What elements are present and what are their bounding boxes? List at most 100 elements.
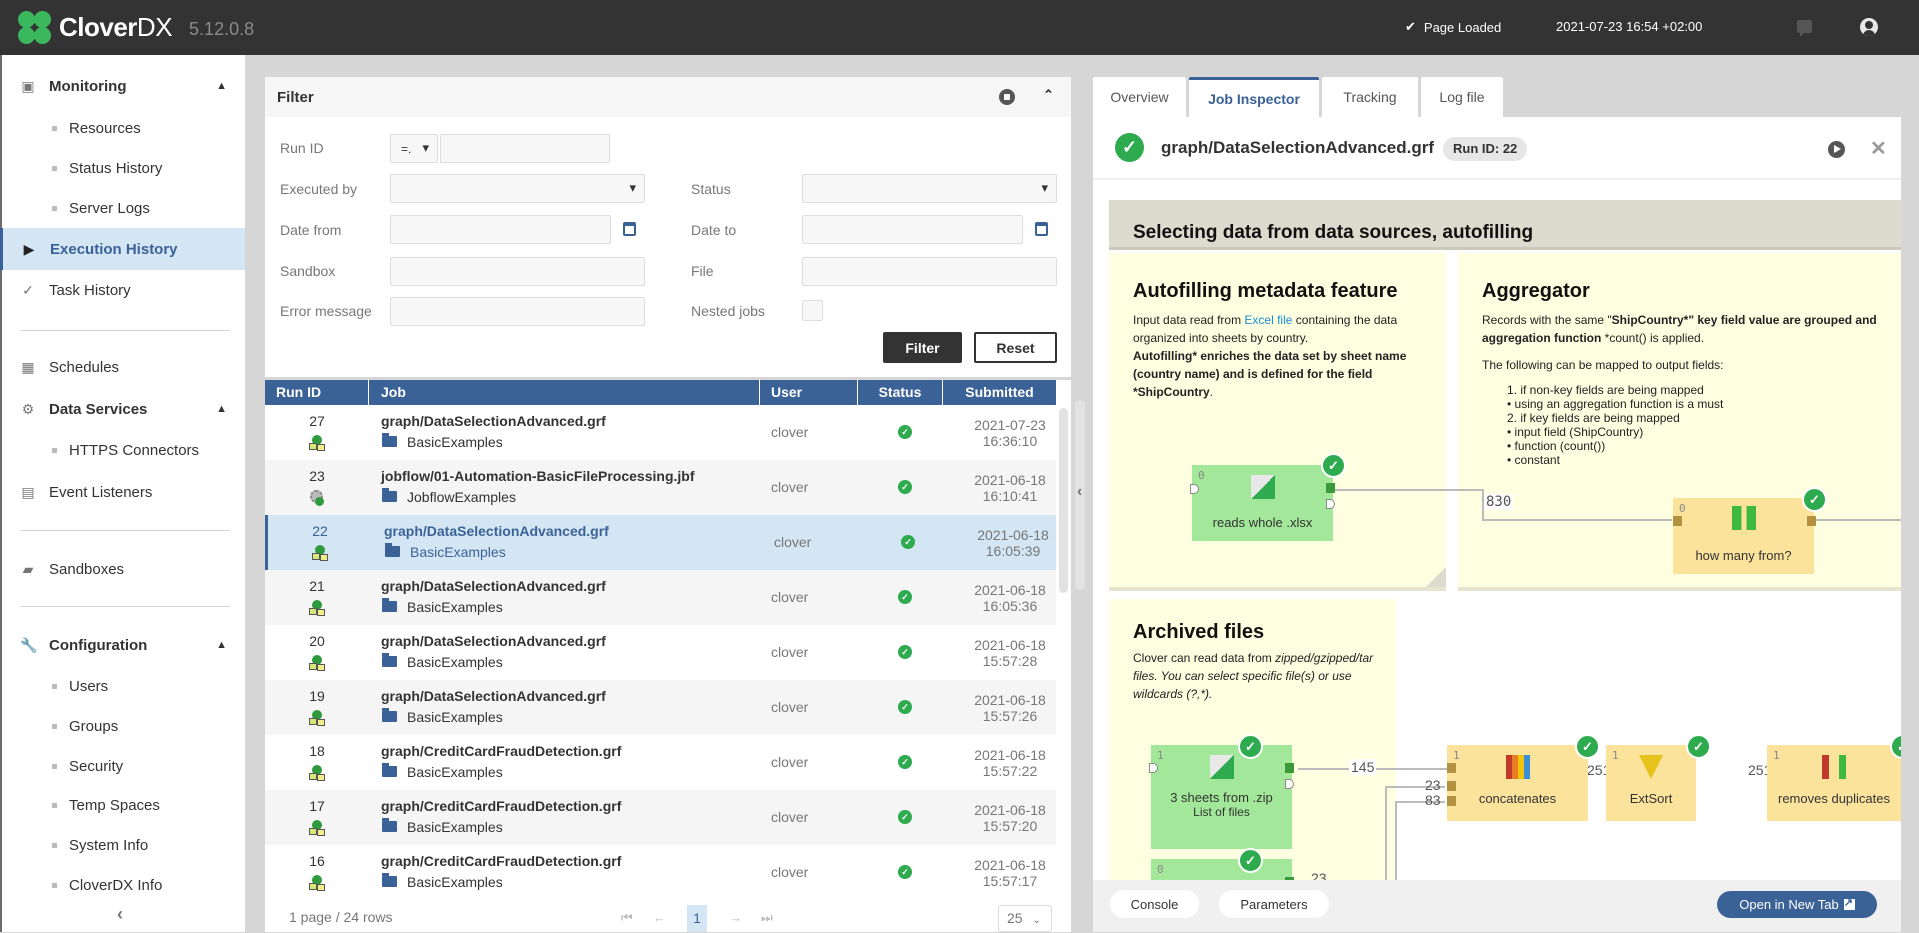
component-aggregator[interactable]: 0 how many from? — [1673, 498, 1816, 574]
job-name[interactable]: graph/DataSelectionAdvanced.grf — [381, 413, 606, 429]
close-icon[interactable]: ✕ — [1870, 136, 1887, 161]
tab-overview[interactable]: Overview — [1093, 77, 1186, 117]
error-message-input[interactable] — [390, 297, 645, 326]
table-row[interactable]: 27 graph/DataSelectionAdvanced.grf BasicEx… — [265, 405, 1056, 460]
col-run-id[interactable]: Run ID — [265, 380, 369, 405]
col-status[interactable]: Status — [858, 380, 943, 405]
sidebar-item-configuration[interactable]: 🔧 Configuration ▲ — [2, 625, 245, 665]
date-to-calendar-icon[interactable] — [1035, 222, 1048, 236]
sidebar-item-event-listeners[interactable]: ▤ Event Listeners — [2, 472, 245, 512]
job-name[interactable]: graph/DataSelectionAdvanced.grf — [384, 523, 609, 539]
page-size-select[interactable]: 25 ⌄ — [998, 905, 1052, 932]
table-row[interactable]: 23 jobflow/01-Automation-BasicFileProcess… — [265, 460, 1056, 515]
sandbox-name[interactable]: BasicExamples — [407, 764, 503, 780]
job-name[interactable]: graph/DataSelectionAdvanced.grf — [381, 633, 606, 649]
stop-icon[interactable] — [999, 89, 1015, 105]
chat-icon[interactable] — [1797, 20, 1812, 37]
component-extsort[interactable]: 1 ExtSort — [1606, 745, 1696, 821]
table-row[interactable]: 16 graph/CreditCardFraudDetection.grf Basi… — [265, 845, 1056, 900]
component-zip-reader[interactable]: 1 3 sheets from .zip List of files — [1149, 745, 1294, 849]
status-select[interactable] — [802, 174, 1057, 203]
col-user[interactable]: User — [760, 380, 858, 405]
tab-job-inspector[interactable]: Job Inspector — [1189, 77, 1319, 117]
output-port[interactable] — [1807, 516, 1816, 526]
sandbox-name[interactable]: BasicExamples — [407, 874, 503, 890]
run-job-icon[interactable] — [1828, 141, 1845, 158]
table-row[interactable]: 20 graph/DataSelectionAdvanced.grf BasicEx… — [265, 625, 1056, 680]
sandbox-name[interactable]: BasicExamples — [407, 599, 503, 615]
console-button[interactable]: Console — [1110, 890, 1199, 918]
sidebar-item-sandboxes[interactable]: ▰ Sandboxes — [2, 549, 245, 589]
table-row[interactable]: 17 graph/CreditCardFraudDetection.grf Basi… — [265, 790, 1056, 845]
filter-button[interactable]: Filter — [883, 332, 962, 363]
sidebar-item-system-info[interactable]: System Info — [2, 827, 245, 863]
col-submitted[interactable]: Submitted — [943, 380, 1056, 405]
input-port[interactable] — [1149, 763, 1158, 773]
next-page-icon[interactable]: → — [729, 910, 742, 925]
component-concatenate[interactable]: 1 concatenates — [1447, 745, 1588, 821]
sidebar-item-cloverdx-info[interactable]: CloverDX Info — [2, 867, 245, 903]
sandbox-input[interactable] — [390, 257, 645, 286]
collapse-left-icon[interactable]: ‹ — [1077, 483, 1082, 501]
sidebar-item-schedules[interactable]: ▦ Schedules — [2, 347, 245, 387]
file-input[interactable] — [802, 257, 1057, 286]
sidebar-item-data-services[interactable]: ⚙ Data Services ▲ — [2, 389, 245, 429]
input-port[interactable] — [1673, 516, 1682, 526]
sidebar-item-temp-spaces[interactable]: Temp Spaces — [2, 787, 245, 823]
logo[interactable]: CloverDX 5.12.0.8 — [18, 11, 254, 44]
job-name[interactable]: jobflow/01-Automation-BasicFileProcessin… — [381, 468, 694, 484]
sandbox-name[interactable]: JobflowExamples — [407, 489, 516, 505]
run-id-operator-select[interactable]: =. — [390, 134, 438, 163]
sidebar-item-https-connectors[interactable]: HTTPS Connectors — [2, 432, 245, 468]
sandbox-name[interactable]: BasicExamples — [407, 709, 503, 725]
parameters-button[interactable]: Parameters — [1219, 890, 1329, 918]
date-from-input[interactable] — [390, 215, 611, 244]
prev-page-icon[interactable]: ← — [653, 910, 666, 925]
component-reader-2[interactable]: 0 — [1151, 859, 1294, 880]
component-dedup[interactable]: 1 removes duplicates — [1767, 745, 1901, 821]
collapse-filter-icon[interactable]: ⌃ — [1043, 87, 1054, 103]
sidebar-item-groups[interactable]: Groups — [2, 708, 245, 744]
sidebar-item-monitoring[interactable]: ▣ Monitoring ▲ — [2, 66, 245, 106]
sidebar-item-security[interactable]: Security — [2, 748, 245, 784]
collapse-sidebar-icon[interactable]: ‹ — [117, 904, 123, 925]
sidebar-item-task-history[interactable]: ✓ Task History — [2, 270, 245, 310]
scrollbar-thumb[interactable] — [1059, 408, 1068, 593]
first-page-icon[interactable]: ⏮ — [621, 910, 633, 926]
input-port[interactable] — [1447, 763, 1456, 773]
run-id-input[interactable] — [440, 134, 610, 163]
table-row[interactable]: 21 graph/DataSelectionAdvanced.grf BasicEx… — [265, 570, 1056, 625]
sidebar-item-execution-history[interactable]: ▶ Execution History — [0, 228, 245, 270]
table-scrollbar[interactable] — [1056, 405, 1071, 932]
input-port[interactable] — [1447, 781, 1456, 791]
sidebar-item-users[interactable]: Users — [2, 668, 245, 704]
reset-button[interactable]: Reset — [974, 332, 1057, 363]
job-name[interactable]: graph/CreditCardFraudDetection.grf — [381, 798, 621, 814]
col-job[interactable]: Job — [369, 380, 760, 405]
job-name[interactable]: graph/CreditCardFraudDetection.grf — [381, 743, 621, 759]
output-port[interactable] — [1326, 483, 1335, 493]
sandbox-name[interactable]: BasicExamples — [407, 654, 503, 670]
sidebar-item-server-logs[interactable]: Server Logs — [2, 190, 245, 226]
table-row[interactable]: 18 graph/CreditCardFraudDetection.grf Basi… — [265, 735, 1056, 790]
job-name[interactable]: graph/DataSelectionAdvanced.grf — [381, 688, 606, 704]
sidebar-item-resources[interactable]: Resources — [2, 110, 245, 146]
open-in-new-tab-button[interactable]: Open in New Tab — [1717, 891, 1877, 918]
job-name[interactable]: graph/CreditCardFraudDetection.grf — [381, 853, 621, 869]
last-page-icon[interactable]: ⏭ — [761, 910, 773, 926]
sandbox-name[interactable]: BasicExamples — [410, 544, 506, 560]
page-1-button[interactable]: 1 — [687, 905, 707, 932]
table-row[interactable]: 22 graph/DataSelectionAdvanced.grf BasicEx… — [265, 515, 1056, 570]
tab-tracking[interactable]: Tracking — [1322, 77, 1418, 117]
sidebar-item-status-history[interactable]: Status History — [2, 150, 245, 186]
table-row[interactable]: 19 graph/DataSelectionAdvanced.grf BasicEx… — [265, 680, 1056, 735]
output-port[interactable] — [1285, 763, 1294, 773]
tab-log-file[interactable]: Log file — [1421, 77, 1503, 117]
executed-by-select[interactable] — [390, 174, 645, 203]
graph-canvas[interactable]: Selecting data from data sources, autofi… — [1109, 200, 1901, 880]
input-port[interactable] — [1447, 796, 1456, 806]
date-from-calendar-icon[interactable] — [623, 222, 636, 236]
sandbox-name[interactable]: BasicExamples — [407, 819, 503, 835]
user-account-icon[interactable] — [1860, 18, 1878, 36]
panel-splitter[interactable]: ‹ — [1071, 380, 1091, 610]
